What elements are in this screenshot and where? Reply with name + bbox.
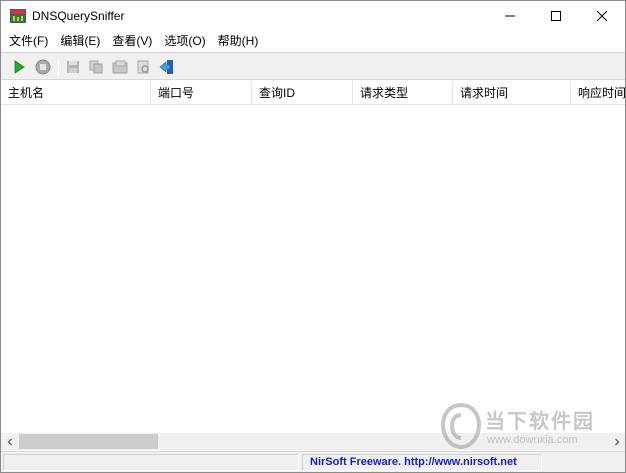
- properties-icon: [137, 60, 149, 74]
- menu-edit[interactable]: 编辑(E): [54, 31, 106, 51]
- html-report-icon: [112, 60, 128, 74]
- menu-help[interactable]: 帮助(H): [212, 31, 265, 51]
- column-header-response-time[interactable]: 响应时间: [571, 81, 625, 105]
- menu-bar: 文件(F) 编辑(E) 查看(V) 选项(O) 帮助(H): [1, 31, 625, 51]
- status-pane-count: [3, 454, 299, 471]
- toolbar: [1, 52, 625, 80]
- window-title: DNSQuerySniffer: [32, 9, 125, 23]
- column-header-request-type[interactable]: 请求类型: [353, 81, 453, 105]
- app-window: DNSQuerySniffer 文件(F) 编辑(E) 查看(V) 选项(O) …: [0, 0, 626, 473]
- maximize-icon: [551, 11, 561, 21]
- query-list[interactable]: 主机名 端口号 查询ID 请求类型 请求时间 响应时间: [1, 81, 625, 433]
- minimize-icon: [505, 15, 515, 17]
- app-icon: [10, 9, 26, 23]
- stop-capture-button[interactable]: [33, 57, 53, 77]
- watermark-logo-icon: [441, 403, 481, 449]
- close-icon: [597, 11, 607, 21]
- properties-button[interactable]: [133, 57, 153, 77]
- stop-icon: [35, 59, 51, 75]
- minimize-button[interactable]: [487, 1, 533, 31]
- maximize-button[interactable]: [533, 1, 579, 31]
- column-header-port[interactable]: 端口号: [151, 81, 252, 105]
- scrollbar-thumb[interactable]: [19, 434, 158, 449]
- watermark-url: www.downxia.com: [487, 434, 578, 446]
- exit-button[interactable]: [157, 57, 177, 77]
- toolbar-separator: [58, 58, 59, 76]
- list-header: 主机名 端口号 查询ID 请求类型 请求时间 响应时间: [1, 81, 625, 105]
- exit-icon: [159, 60, 173, 74]
- site-watermark: 当下软件园 www.downxia.com: [441, 403, 621, 451]
- play-icon: [14, 60, 25, 74]
- menu-view[interactable]: 查看(V): [106, 31, 158, 51]
- copy-icon: [89, 60, 103, 74]
- menu-options[interactable]: 选项(O): [158, 31, 211, 51]
- copy-button[interactable]: [86, 57, 106, 77]
- save-icon: [67, 61, 79, 73]
- column-header-request-time[interactable]: 请求时间: [453, 81, 571, 105]
- html-report-button[interactable]: [110, 57, 130, 77]
- close-button[interactable]: [579, 1, 625, 31]
- nirsoft-link[interactable]: NirSoft Freeware. http://www.nirsoft.net: [310, 456, 517, 468]
- save-button[interactable]: [63, 57, 83, 77]
- status-bar: NirSoft Freeware. http://www.nirsoft.net: [1, 451, 625, 472]
- column-header-query-id[interactable]: 查询ID: [252, 81, 353, 105]
- title-bar[interactable]: DNSQuerySniffer: [1, 1, 625, 31]
- watermark-brand: 当下软件园: [485, 411, 595, 433]
- scroll-left-button[interactable]: [1, 433, 18, 450]
- chevron-left-icon: [7, 438, 12, 445]
- menu-file[interactable]: 文件(F): [3, 31, 54, 51]
- start-capture-button[interactable]: [9, 57, 29, 77]
- column-header-hostname[interactable]: 主机名: [1, 81, 151, 105]
